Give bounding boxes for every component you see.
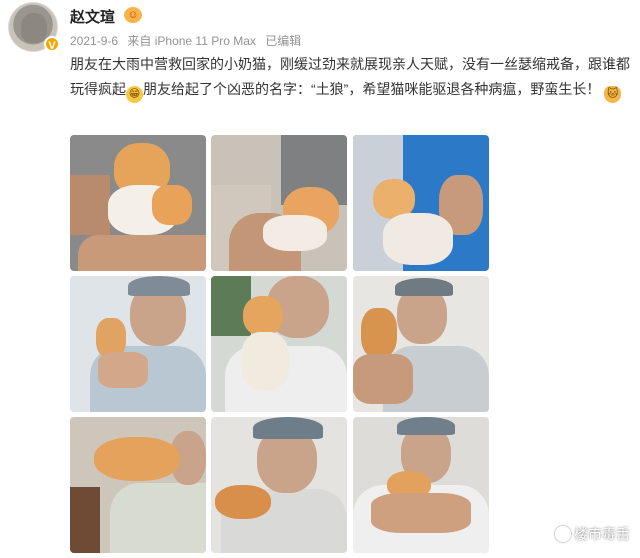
photo-man-kitten-side-1[interactable] xyxy=(353,276,489,412)
post-meta: 2021-9-6 来自 iPhone 11 Pro Max 已编辑 xyxy=(70,32,307,49)
vip-face-icon: ☺ xyxy=(124,7,142,23)
photo-man-hugging-kitten[interactable] xyxy=(353,417,489,553)
post-date[interactable]: 2021-9-6 xyxy=(70,34,118,48)
post-header: V 赵文瑄 ☺ 2021-9-6 来自 iPhone 11 Pro Max 已编… xyxy=(8,2,628,52)
photo-man-kitten-chest-1[interactable] xyxy=(211,276,347,412)
username[interactable]: 赵文瑄 xyxy=(70,6,115,27)
verified-badge-icon: V xyxy=(44,36,60,52)
watermark-logo-icon xyxy=(555,526,571,542)
photo-kitten-on-shoulder[interactable] xyxy=(70,417,206,553)
laugh-emoji-icon: 😁 xyxy=(126,86,143,103)
post-source: 来自 iPhone 11 Pro Max xyxy=(127,34,256,48)
post-text-part2: 朋友给起了个凶恶的名字：“土狼”，希望猫咪能驱退各种病瘟，野蛮生长！ xyxy=(143,81,601,97)
photo-kitten-on-arm[interactable] xyxy=(70,135,206,271)
avatar-cat-image xyxy=(21,13,47,43)
cat-emoji-icon: 🐱 xyxy=(604,86,622,103)
watermark: 楼市毒舌 xyxy=(555,524,630,544)
photo-kitten-blue-shirt[interactable] xyxy=(353,135,489,271)
photo-kitten-held-lap[interactable] xyxy=(211,135,347,271)
watermark-text: 楼市毒舌 xyxy=(574,526,630,542)
photo-man-grey-cap-kitten-1[interactable] xyxy=(70,276,206,412)
edited-label[interactable]: 已编辑 xyxy=(265,34,301,48)
photo-man-cap-kitten-chin[interactable] xyxy=(211,417,347,553)
photo-grid xyxy=(70,135,490,553)
post-text: 朋友在大雨中营救回家的小奶猫，刚缓过劲来就展现亲人天赋，没有一丝瑟缩戒备，跟谁都… xyxy=(70,52,630,103)
